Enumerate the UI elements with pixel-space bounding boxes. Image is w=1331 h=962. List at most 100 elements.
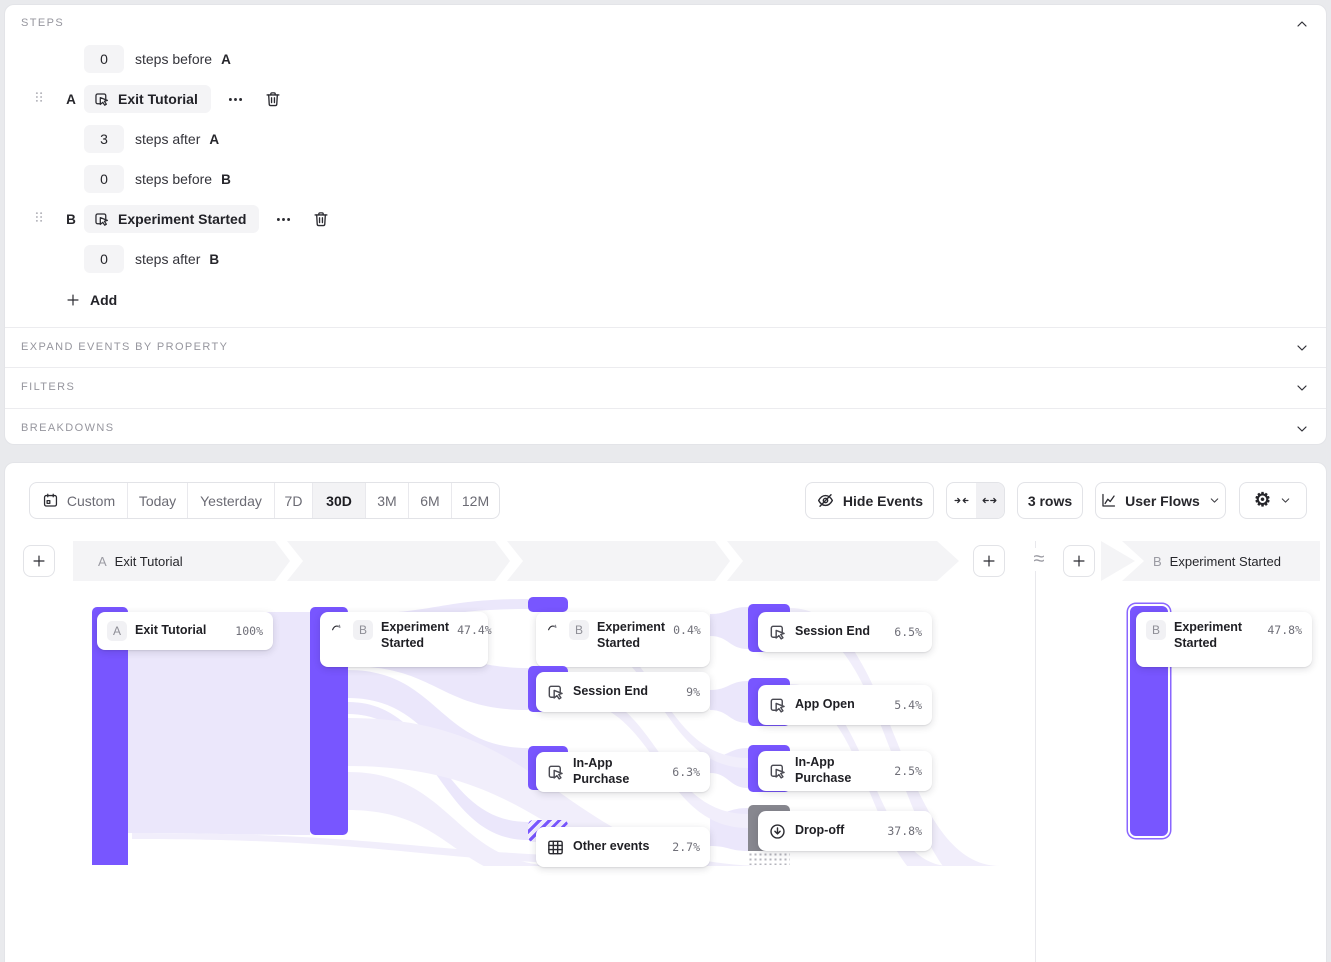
approx-symbol: ≈: [1024, 548, 1054, 571]
flow-node-percent: 2.7%: [672, 840, 700, 854]
arrows-outward-icon: [981, 492, 998, 509]
flow-node-card-iap2[interactable]: In-App Purchase2.5%: [758, 751, 932, 791]
cursor-click-icon: [93, 91, 110, 108]
event-name-label: Experiment Started: [118, 211, 246, 227]
section-title: FILTERS: [21, 381, 75, 393]
flow-node-percent: 47.4%: [457, 623, 492, 637]
hide-events-button[interactable]: Hide Events: [805, 482, 934, 519]
flow-node-percent: 37.8%: [887, 824, 922, 838]
more-options-button[interactable]: [227, 91, 244, 108]
step-ref-letter: B: [209, 252, 219, 267]
cursor-click-icon: [768, 696, 787, 715]
step-label: Experiment Started: [1170, 554, 1281, 569]
trash-icon[interactable]: [312, 210, 330, 228]
plus-icon: [65, 292, 81, 308]
flow-node-card-se2[interactable]: Session End6.5%: [758, 612, 932, 652]
flow-divider: [1035, 541, 1036, 962]
date-range-yesterday[interactable]: Yesterday: [188, 483, 275, 518]
cursor-click-icon: [546, 763, 565, 782]
flow-node-label: In-App Purchase: [573, 756, 664, 787]
plus-icon: [31, 553, 47, 569]
cursor-click-icon: [93, 211, 110, 228]
view-selector-dropdown[interactable]: User Flows: [1095, 482, 1226, 519]
trash-icon[interactable]: [264, 90, 282, 108]
add-step-before-b-button[interactable]: [1063, 545, 1095, 577]
flow-node-card-ao[interactable]: App Open5.4%: [758, 685, 932, 725]
more-options-button[interactable]: [275, 211, 292, 228]
settings-dropdown[interactable]: ⚙: [1239, 482, 1307, 519]
date-range-3m[interactable]: 3M: [366, 483, 409, 518]
date-range-label: Custom: [67, 493, 115, 509]
steps-count-input[interactable]: 0: [84, 245, 124, 273]
chevron-down-icon: [1279, 494, 1292, 507]
step-b-header-band[interactable]: B Experiment Started: [1122, 541, 1320, 581]
date-range-label: Yesterday: [200, 493, 262, 509]
gear-icon: ⚙: [1254, 491, 1271, 510]
add-step-before-button[interactable]: [23, 545, 55, 577]
skip-icon: [546, 620, 561, 635]
drag-handle-icon[interactable]: [32, 210, 46, 228]
flow-node-card-iap1[interactable]: In-App Purchase6.3%: [536, 752, 710, 792]
flow-node-card-b2[interactable]: BExperiment Started0.4%: [536, 612, 710, 667]
collapsed-section-expand-events-by-property[interactable]: EXPAND EVENTS BY PROPERTY: [5, 328, 1326, 367]
steps-count-input[interactable]: 3: [84, 125, 124, 153]
date-range-label: 7D: [285, 493, 303, 509]
expand-width-button[interactable]: [976, 483, 1005, 518]
flow-node-label: Exit Tutorial: [135, 623, 206, 639]
date-range-30d[interactable]: 30D: [313, 483, 366, 518]
step-a-header-band[interactable]: A Exit Tutorial: [73, 541, 959, 581]
dropoff-icon: [768, 822, 787, 841]
flow-node-card-b3[interactable]: B Experiment Started 47.8%: [1136, 612, 1312, 667]
date-range-6m[interactable]: 6M: [409, 483, 452, 518]
flow-node-card-b1[interactable]: BExperiment Started47.4%: [320, 612, 488, 667]
flow-node-percent: 100%: [235, 624, 263, 638]
event-selector-button[interactable]: Exit Tutorial: [84, 85, 211, 113]
steps-count-input[interactable]: 0: [84, 165, 124, 193]
flow-node-label: Experiment Started: [1174, 620, 1259, 651]
event-selector-button[interactable]: Experiment Started: [84, 205, 259, 233]
steps-count-input[interactable]: 0: [84, 45, 124, 73]
step-letter-chip: B: [1146, 620, 1166, 640]
skip-icon: [330, 620, 345, 635]
flow-node-bar-b2[interactable]: [528, 597, 568, 612]
step-ref-letter: A: [221, 52, 231, 67]
chevron-down-icon: [1294, 340, 1310, 356]
cursor-click-icon: [768, 623, 787, 642]
step-letter-chip: B: [353, 620, 373, 640]
date-range-label: 6M: [420, 493, 439, 509]
flow-node-percent: 47.8%: [1267, 623, 1302, 637]
rows-count-button[interactable]: 3 rows: [1017, 482, 1083, 519]
flow-node-card-oth[interactable]: Other events2.7%: [536, 827, 710, 867]
step-separator-chevron: [495, 541, 523, 581]
add-step-button[interactable]: Add: [65, 292, 117, 308]
add-step-between-button[interactable]: [973, 545, 1005, 577]
date-range-today[interactable]: Today: [128, 483, 188, 518]
flow-node-label: In-App Purchase: [795, 755, 886, 786]
collapsed-section-breakdowns[interactable]: BREAKDOWNS: [5, 409, 1326, 448]
date-range-custom[interactable]: Custom: [30, 483, 128, 518]
step-separator-chevron: [715, 541, 743, 581]
chevron-up-icon[interactable]: [1294, 16, 1310, 32]
collapse-width-button[interactable]: [947, 483, 976, 518]
date-range-7d[interactable]: 7D: [275, 483, 313, 518]
cursor-click-icon: [546, 683, 565, 702]
step-count-row: 0steps beforeB: [5, 165, 1326, 193]
chevron-down-icon: [1208, 494, 1221, 507]
hide-events-label: Hide Events: [843, 493, 923, 509]
drag-handle-icon[interactable]: [32, 90, 46, 108]
date-range-label: 3M: [377, 493, 396, 509]
collapsed-section-filters[interactable]: FILTERS: [5, 368, 1326, 407]
step-count-row: 3steps afterA: [5, 125, 1326, 153]
date-range-12m[interactable]: 12M: [452, 483, 499, 518]
plus-icon: [981, 553, 997, 569]
view-selector-label: User Flows: [1125, 493, 1200, 509]
steps-section-title: STEPS: [21, 17, 64, 29]
add-step-label: Add: [90, 292, 117, 308]
section-title: EXPAND EVENTS BY PROPERTY: [21, 341, 228, 353]
flow-node-card-a1[interactable]: AExit Tutorial100%: [97, 612, 273, 650]
step-label: Exit Tutorial: [115, 554, 183, 569]
cursor-click-icon: [768, 762, 787, 781]
flow-node-card-se1[interactable]: Session End9%: [536, 672, 710, 712]
flow-node-card-drop[interactable]: Drop-off37.8%: [758, 811, 932, 851]
steps-count-label: steps after: [135, 251, 200, 267]
